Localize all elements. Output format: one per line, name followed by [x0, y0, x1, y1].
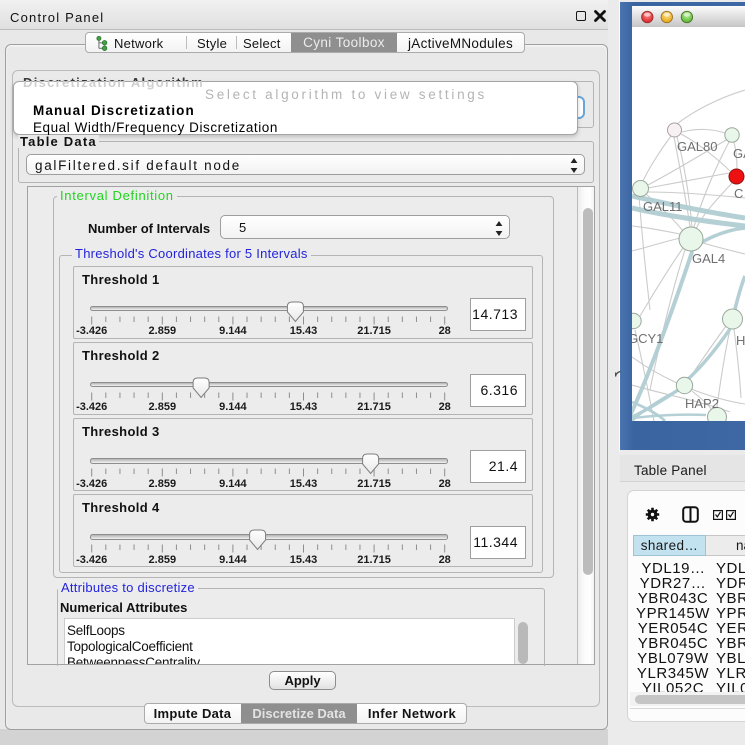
svg-text:GCY1: GCY1 [632, 331, 663, 346]
svg-text:GAL80: GAL80 [677, 139, 717, 154]
svg-text:C: C [734, 186, 743, 201]
svg-text:H: H [736, 333, 745, 348]
svg-text:GAL4: GAL4 [692, 251, 725, 266]
svg-text:GAL11: GAL11 [643, 199, 683, 214]
svg-text:HAP2: HAP2 [685, 396, 719, 411]
svg-text:GA: GA [733, 146, 745, 161]
